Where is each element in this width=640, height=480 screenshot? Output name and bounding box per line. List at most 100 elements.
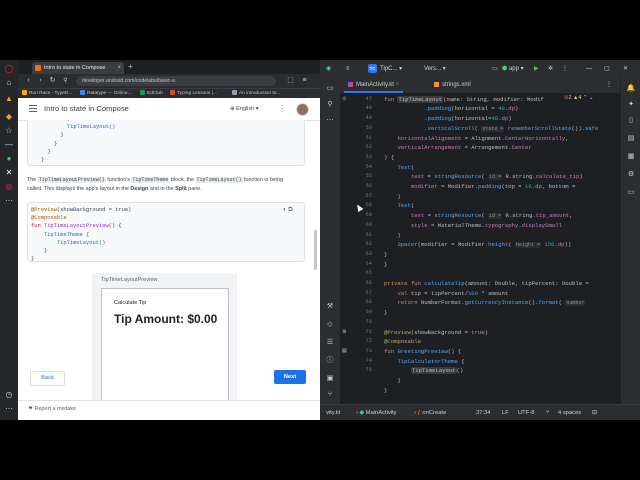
bookmark[interactable]: Run Race - TypeR... <box>22 90 72 98</box>
lock-icon[interactable]: ⊟ <box>592 405 597 420</box>
commit-icon[interactable]: ⚲ <box>325 100 335 110</box>
language-select[interactable]: ⊕ English ▾ <box>230 104 258 114</box>
settings-gutter-icon[interactable]: ⚙ <box>342 328 346 338</box>
hamburger-menu-icon[interactable] <box>29 105 37 112</box>
aria-icon[interactable]: ▲ <box>4 94 14 104</box>
tab-menu-icon[interactable]: ⋮ <box>602 78 616 93</box>
device-manager-icon[interactable]: ▯ <box>626 116 636 126</box>
terminal-icon[interactable]: ▣ <box>325 374 335 384</box>
code-line: fun GreetingPreview() { <box>384 347 462 355</box>
code-text: @Preview(showBackground = true) @Composa… <box>31 207 132 263</box>
more-options-icon[interactable]: ⋮ <box>278 103 286 115</box>
x-twitter-icon[interactable]: ✕ <box>4 168 14 178</box>
reload-icon[interactable]: ↻ <box>48 76 57 86</box>
bookmark-label: Ratatype — Online... <box>87 91 132 96</box>
code-line: horizontalAlignment = Alignment.CenterHo… <box>397 134 569 142</box>
device-explorer-icon[interactable]: ▦ <box>626 152 636 162</box>
android-studio-icon[interactable]: ◉ <box>326 64 331 74</box>
bookmark[interactable]: An introduction to... <box>232 90 280 98</box>
bookmark[interactable]: Ratatype — Online... <box>80 90 132 98</box>
bookmark[interactable]: EdClub <box>140 90 163 98</box>
folder-icon[interactable]: ▭ <box>325 84 335 94</box>
code-line: ) <box>384 231 401 239</box>
gradle-icon[interactable]: ⚙ <box>626 170 636 180</box>
next-button[interactable]: Next <box>274 370 306 384</box>
gemini-icon[interactable]: ✦ <box>626 100 636 110</box>
logcat-icon[interactable]: ☰ <box>325 338 335 348</box>
theme-toggle-icon[interactable]: ◐ <box>283 207 287 213</box>
calculate-tip-label: Calculate Tip <box>114 300 147 306</box>
code-actions: ◐ ⧉ <box>283 207 293 214</box>
running-devices-icon[interactable]: ▭ <box>626 188 636 198</box>
new-tab-icon[interactable]: + <box>128 62 133 72</box>
maximize-icon[interactable]: ▢ <box>604 64 610 74</box>
forward-arrow-icon[interactable]: › <box>36 76 45 86</box>
compose-preview-icon[interactable]: ⚙ <box>342 95 346 105</box>
more-icon[interactable]: ⋯ <box>4 196 14 206</box>
more-icon[interactable]: ⋯ <box>4 404 14 414</box>
more-icon[interactable]: ⋮ <box>562 64 568 74</box>
vcs-menu[interactable]: Vers... ▾ <box>424 64 446 74</box>
build-icon[interactable]: ⚒ <box>325 302 335 312</box>
code-editor[interactable]: 46 47 48 49 50 51 52 53 54 55 56 57 58 5… <box>340 93 620 404</box>
language-label: English <box>236 106 255 112</box>
bookmark[interactable]: Typing Lessons |... <box>170 90 217 98</box>
flag-icon: ⚑ <box>28 406 33 412</box>
project-name[interactable]: TipC... ▾ <box>380 64 402 74</box>
browser-tab[interactable]: Intro to state in Compose × <box>32 62 124 74</box>
file-encoding[interactable]: UTF-8 <box>518 405 534 420</box>
star-icon[interactable]: ☆ <box>4 126 14 136</box>
bookmark-label: Typing Lessons |... <box>177 91 217 96</box>
line-separator[interactable]: LF <box>502 405 509 420</box>
back-button[interactable]: Back <box>30 371 65 386</box>
url-field[interactable]: developer.android.com/codelabs/basic-a <box>76 76 276 86</box>
close-icon[interactable]: ✕ <box>623 64 628 74</box>
cursor-position[interactable]: 37:34 <box>476 405 491 420</box>
aria-icon[interactable]: ◆ <box>4 112 14 122</box>
opera-logo-icon[interactable]: ◯ <box>4 64 14 74</box>
menu-icon[interactable]: ≡ <box>300 76 309 86</box>
emulator-icon[interactable]: ▤ <box>626 134 636 144</box>
close-tab-icon[interactable]: × <box>117 62 121 74</box>
home-icon[interactable]: ⌂ <box>4 78 14 88</box>
run-icon[interactable]: ▶ <box>534 64 539 74</box>
debug-icon[interactable]: ✲ <box>548 64 553 74</box>
secure-icon[interactable]: ⚲ <box>61 76 70 86</box>
copy-icon[interactable]: ⧉ <box>288 207 292 213</box>
run-preview-icon[interactable]: ▤ <box>342 347 347 357</box>
scrollbar-thumb[interactable] <box>314 230 317 270</box>
inspection-widget[interactable]: ⊘2 ▲4 ⌃ ⌄ <box>564 94 594 104</box>
project-badge[interactable]: TC <box>368 64 377 73</box>
run-config[interactable]: ⬢ app ▾ <box>502 64 524 74</box>
breadcrumb-method[interactable]: › ƒ onCreate <box>414 405 446 420</box>
whatsapp-icon[interactable]: ● <box>4 154 14 164</box>
gradle-icon[interactable]: ◇ <box>325 320 335 330</box>
extensions-icon[interactable]: ⬚ <box>286 76 295 86</box>
tab-mainactivity[interactable]: MainActivity.kt × <box>344 78 404 93</box>
page-header: Intro to state in Compose ⊕ English ▾ ⋮ <box>18 98 320 121</box>
more-icon[interactable]: ⋯ <box>325 116 335 126</box>
status-bar: vity.kt › ◆ MainActivity › ƒ onCreate 37… <box>320 404 640 420</box>
report-mistake-link[interactable]: ⚑ Report a mistake <box>28 406 76 412</box>
code-line: Text( <box>397 163 415 171</box>
breadcrumb-file[interactable]: vity.kt <box>326 405 340 420</box>
problems-icon[interactable]: ⓘ <box>325 356 335 366</box>
preview-pane: TipTimeLayoutPreview Calculate Tip Tip A… <box>92 273 237 413</box>
android-studio-window: ◉ ≡ TC TipC... ▾ Vers... ▾ ▭ ⬢ app ▾ ▶ ✲… <box>320 60 640 420</box>
git-icon[interactable]: ⑂ <box>325 390 335 400</box>
notifications-icon[interactable]: 🔔 <box>626 84 636 94</box>
report-label: Report a mistake <box>34 406 77 412</box>
history-icon[interactable]: ◷ <box>4 390 14 400</box>
device-icon[interactable]: ▭ <box>492 64 498 74</box>
indent-setting[interactable]: 4 spaces <box>558 405 581 420</box>
globe-icon: ⊕ <box>230 106 235 112</box>
tab-strings[interactable]: strings.xml <box>430 78 475 93</box>
instagram-icon[interactable]: ◎ <box>4 182 14 192</box>
main-menu-icon[interactable]: ≡ <box>346 64 350 74</box>
avatar[interactable] <box>296 103 309 116</box>
git-icon[interactable]: ⑂ <box>546 405 549 420</box>
minimize-icon[interactable]: — <box>586 64 592 74</box>
back-arrow-icon[interactable]: ‹ <box>24 76 33 86</box>
code-line: verticalArrangement = Arrangement.Center <box>397 144 532 152</box>
breadcrumb-class[interactable]: › ◆ MainActivity <box>356 405 397 420</box>
